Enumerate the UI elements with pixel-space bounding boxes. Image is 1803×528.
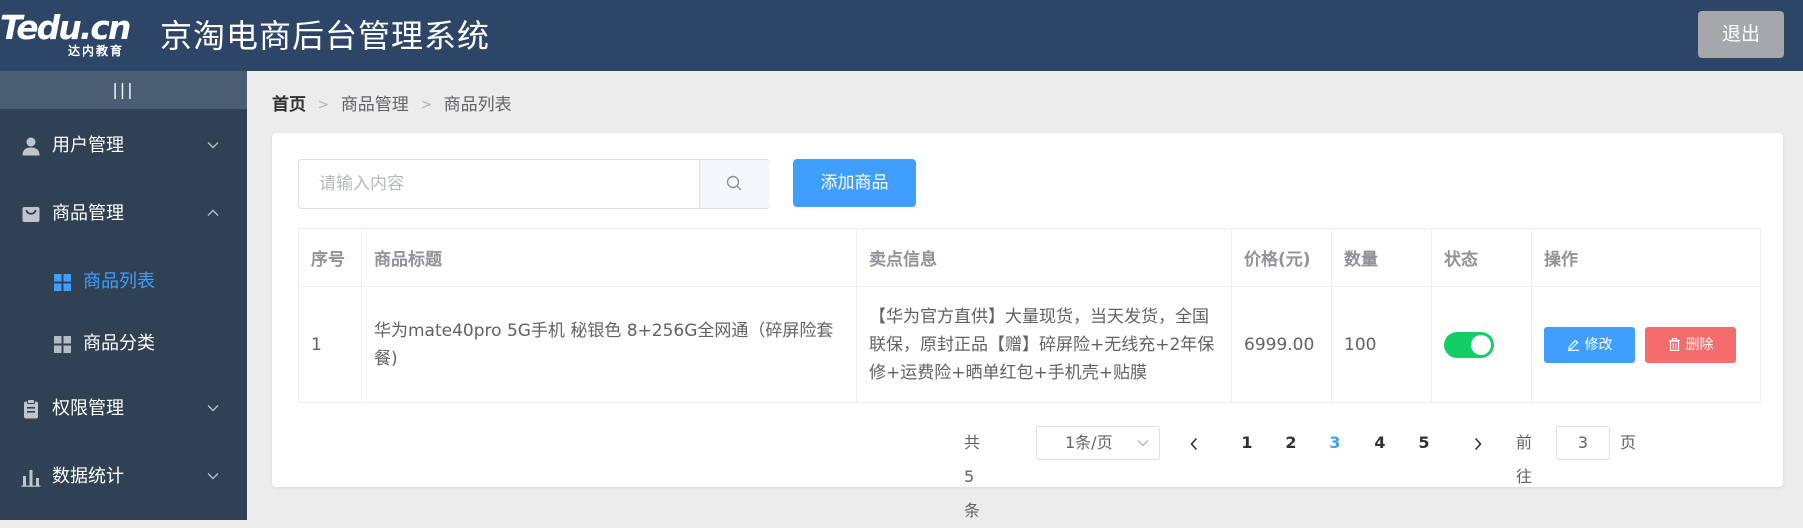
status-toggle[interactable] [1444, 331, 1494, 358]
search-button[interactable] [699, 160, 770, 208]
page-size-select[interactable]: 1条/页 [1036, 426, 1160, 460]
top-header: Tedu.cn 达内教育 京淘电商后台管理系统 退出 [0, 0, 1803, 71]
chevron-right-icon [1474, 437, 1482, 450]
chevron-up-icon [207, 209, 219, 216]
column-header-quantity: 数量 [1331, 228, 1432, 287]
sidebar-subitem-label: 商品列表 [83, 271, 155, 292]
sidebar-item-permission-management[interactable]: 权限管理 [0, 381, 247, 437]
grid-icon [54, 336, 71, 353]
breadcrumb-item: 商品管理 [340, 95, 409, 115]
page-number-4[interactable]: 4 [1365, 426, 1395, 460]
page-number-2[interactable]: 2 [1276, 426, 1306, 460]
column-header-index: 序号 [298, 228, 362, 287]
edit-icon [1567, 339, 1579, 351]
column-header-status: 状态 [1431, 228, 1532, 287]
trash-icon [1668, 337, 1680, 351]
table-header-row: 序号 商品标题 卖点信息 价格(元) 数量 状态 操作 [298, 228, 1761, 287]
search-input[interactable] [299, 160, 669, 208]
logo-text: Tedu.cn [0, 8, 131, 47]
chevron-left-icon [1190, 437, 1198, 450]
prev-page-button[interactable] [1182, 426, 1206, 460]
chevron-down-icon [1137, 440, 1149, 447]
goods-list-card: 添加商品 序号 商品标题 卖点信息 价格(元) 数量 状态 操作 1 华为mat… [272, 133, 1783, 520]
breadcrumb: 首页 > 商品管理 > 商品列表 [272, 92, 512, 118]
column-header-price: 价格(元) [1231, 228, 1332, 287]
sidebar-item-label: 权限管理 [52, 398, 124, 419]
table-row: 1 华为mate40pro 5G手机 秘银色 8+256G全网通（碎屏险套餐) … [298, 286, 1761, 403]
delete-button[interactable]: 删除 [1645, 326, 1736, 363]
search-box [298, 159, 770, 209]
column-header-selling-point: 卖点信息 [856, 228, 1232, 287]
next-page-button[interactable] [1466, 426, 1490, 460]
goto-page-input[interactable] [1556, 426, 1610, 460]
goto-label: 前往 [1516, 433, 1533, 486]
column-header-actions: 操作 [1531, 228, 1761, 287]
sidebar-item-label: 商品管理 [52, 203, 124, 224]
toggle-knob [1471, 334, 1491, 355]
chevron-down-icon [207, 473, 219, 480]
sidebar-item-label: 数据统计 [52, 466, 124, 487]
pagination-total: 共 5 条 [964, 433, 981, 520]
sidebar-item-data-statistics[interactable]: 数据统计 [0, 449, 247, 505]
logout-button[interactable]: 退出 [1698, 11, 1784, 58]
cell-price: 6999.00 [1231, 286, 1332, 403]
bar-chart-icon [21, 470, 41, 487]
cell-actions: 修改 删除 [1531, 286, 1761, 403]
sidebar-subitem-goods-list[interactable]: 商品列表 [0, 254, 247, 310]
grid-icon [54, 274, 71, 291]
cell-quantity: 100 [1331, 286, 1432, 403]
sidebar-subitem-label: 商品分类 [83, 333, 155, 354]
cell-status [1431, 286, 1532, 403]
breadcrumb-separator-icon: > [420, 97, 433, 113]
page-number-3[interactable]: 3 [1320, 426, 1350, 460]
clipboard-icon [24, 399, 38, 419]
breadcrumb-separator-icon: > [317, 97, 330, 113]
breadcrumb-home-link[interactable]: 首页 [272, 95, 306, 115]
cell-title: 华为mate40pro 5G手机 秘银色 8+256G全网通（碎屏险套餐) [361, 286, 857, 403]
page-number-5[interactable]: 5 [1409, 426, 1439, 460]
chevron-down-icon [207, 405, 219, 412]
search-icon [726, 175, 742, 191]
add-goods-button[interactable]: 添加商品 [793, 159, 916, 207]
breadcrumb-current: 商品列表 [443, 95, 512, 115]
column-header-title: 商品标题 [361, 228, 857, 287]
sidebar-item-label: 用户管理 [52, 135, 124, 156]
bag-icon [22, 207, 40, 222]
page-size-value: 1条/页 [1065, 433, 1113, 452]
page-number-1[interactable]: 1 [1232, 426, 1262, 460]
edit-button-label: 修改 [1584, 336, 1613, 353]
logo-subtext: 达内教育 [68, 44, 125, 58]
user-icon [22, 137, 40, 156]
edit-button[interactable]: 修改 [1544, 326, 1635, 363]
delete-button-label: 删除 [1685, 336, 1714, 353]
app-title: 京淘电商后台管理系统 [160, 17, 491, 55]
sidebar-item-goods-management[interactable]: 商品管理 [0, 186, 247, 242]
tedu-logo: Tedu.cn 达内教育 [0, 8, 150, 62]
goods-table: 序号 商品标题 卖点信息 价格(元) 数量 状态 操作 1 华为mate40pr… [298, 228, 1761, 403]
cell-index: 1 [298, 286, 362, 403]
sidebar-item-user-management[interactable]: 用户管理 [0, 118, 247, 174]
sidebar: ||| 用户管理 商品管理 商品列表 商品分类 权限管理 数据统计 [0, 71, 247, 520]
cell-selling-point: 【华为官方直供】大量现货，当天发货，全国联保，原封正品【赠】碎屏险+无线充+2年… [856, 286, 1232, 403]
chevron-down-icon [207, 142, 219, 149]
action-buttons: 修改 删除 [1544, 326, 1748, 363]
sidebar-toggle-button[interactable]: ||| [0, 71, 247, 109]
sidebar-subitem-goods-category[interactable]: 商品分类 [0, 316, 247, 372]
page-suffix-label: 页 [1620, 433, 1637, 452]
